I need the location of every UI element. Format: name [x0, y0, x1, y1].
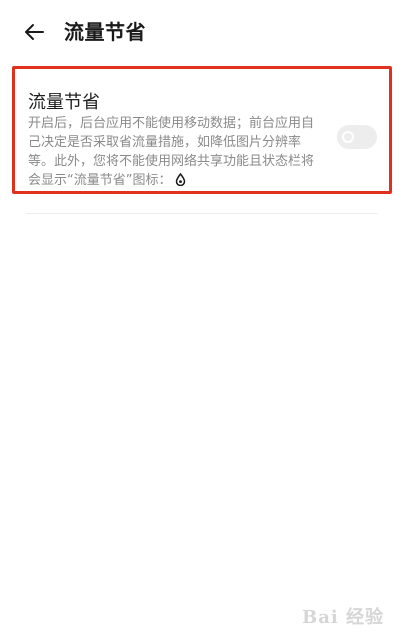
screen: 流量节省 流量节省 开启后，后台应用不能使用移动数据；前台应用自己决定是否采取省…: [0, 0, 404, 643]
page-title: 流量节省: [64, 20, 146, 44]
setting-title: 流量节省: [28, 92, 100, 113]
data-saver-setting[interactable]: 流量节省 开启后，后台应用不能使用移动数据；前台应用自己决定是否采取省流量措施，…: [12, 66, 392, 194]
data-saver-drop-icon: [176, 173, 186, 186]
toggle-knob: [342, 131, 354, 143]
divider: [26, 213, 378, 214]
watermark: Bai 经验: [302, 603, 384, 629]
arrow-left-icon: [25, 24, 44, 40]
back-button[interactable]: [20, 18, 48, 46]
setting-description-text: 开启后，后台应用不能使用移动数据；前台应用自己决定是否采取省流量措施，如降低图片…: [28, 116, 315, 188]
data-saver-toggle[interactable]: [337, 125, 377, 149]
watermark-text: Bai 经验: [302, 607, 384, 628]
top-bar: 流量节省: [0, 0, 404, 60]
setting-description: 开启后，后台应用不能使用移动数据；前台应用自己决定是否采取省流量措施，如降低图片…: [28, 114, 318, 190]
